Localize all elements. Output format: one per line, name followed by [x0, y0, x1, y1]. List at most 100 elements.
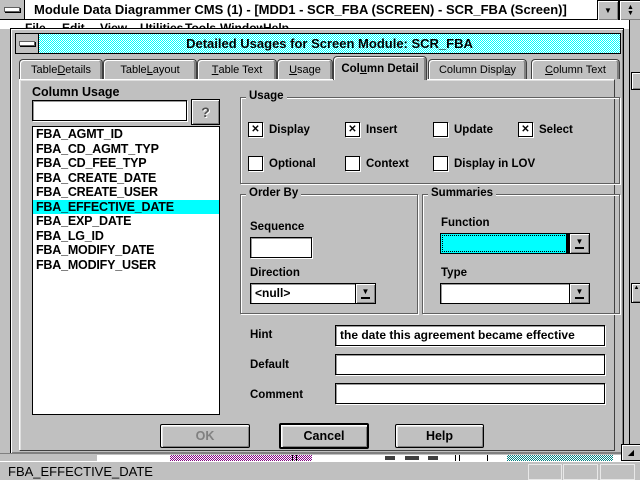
comment-label: Comment — [250, 389, 303, 401]
checkbox-insert[interactable]: ✕ Insert — [345, 122, 397, 137]
function-dropdown-button[interactable]: ▼ — [569, 233, 590, 254]
dropdown-arrow-icon: ▼ — [575, 238, 585, 249]
background-row-text-fragment — [428, 456, 438, 460]
scrollbar-thumb[interactable] — [631, 72, 640, 90]
checkbox-label: Display — [269, 124, 310, 136]
status-bar: FBA_EFFECTIVE_DATE — [0, 461, 640, 480]
hint-input[interactable]: the date this agreement became effective — [335, 325, 605, 346]
background-row-text-fragment — [385, 456, 395, 460]
scroll-up-button[interactable]: ▲ — [631, 283, 640, 303]
tab-table-details[interactable]: Table Details — [19, 59, 103, 79]
screen: Module Data Diagrammer CMS (1) - [MDD1 -… — [0, 0, 640, 480]
tab-table-layout[interactable]: Table Layout — [103, 59, 197, 79]
ok-button[interactable]: OK — [160, 424, 250, 448]
corner-resize-icon: ◢ — [628, 449, 634, 457]
list-item-fba-modify-date[interactable]: FBA_MODIFY_DATE — [33, 243, 219, 258]
status-panel — [600, 464, 635, 480]
dialog-title: Detailed Usages for Screen Module: SCR_F… — [39, 34, 620, 53]
checkbox-label: Optional — [269, 158, 316, 170]
tab-table-text[interactable]: Table Text — [197, 59, 277, 79]
app-control-menu-button[interactable] — [0, 0, 25, 19]
checkbox-update[interactable]: Update — [433, 122, 493, 137]
order-by-group: Order By Sequence Direction <null> ▼ — [240, 194, 418, 314]
cancel-button[interactable]: Cancel — [279, 423, 369, 449]
tab-column-detail[interactable]: Column Detail — [333, 56, 427, 80]
column-detail-panel: Column Usage ? FBA_AGMT_IDFBA_CD_AGMT_TY… — [19, 79, 615, 451]
direction-label: Direction — [250, 267, 300, 279]
direction-dropdown[interactable]: <null> ▼ — [250, 283, 376, 304]
checkbox-checked-icon[interactable]: ✕ — [518, 122, 533, 137]
tab-strip: Table DetailsTable LayoutTable TextUsage… — [19, 56, 615, 79]
checkbox-select[interactable]: ✕ Select — [518, 122, 573, 137]
sequence-label: Sequence — [250, 221, 304, 233]
summaries-group-label: Summaries — [428, 187, 496, 199]
checkbox-label: Update — [454, 124, 493, 136]
checkbox-context[interactable]: Context — [345, 156, 409, 171]
type-value — [440, 283, 569, 304]
status-panel — [563, 464, 598, 480]
checkbox-unchecked-icon[interactable] — [248, 156, 263, 171]
control-menu-icon — [19, 41, 35, 46]
type-label: Type — [441, 267, 467, 279]
scroll-up-icon: ▲ — [634, 285, 640, 291]
sequence-input[interactable] — [250, 237, 312, 258]
direction-value: <null> — [250, 283, 355, 304]
detailed-usages-dialog: Detailed Usages for Screen Module: SCR_F… — [10, 28, 624, 454]
type-dropdown[interactable]: ▼ — [440, 283, 590, 304]
minimize-button[interactable]: ▼ — [597, 0, 619, 21]
checkbox-checked-icon[interactable]: ✕ — [248, 122, 263, 137]
list-item-fba-cd-agmt-typ[interactable]: FBA_CD_AGMT_TYP — [33, 142, 219, 157]
function-dropdown[interactable]: ▼ — [440, 233, 590, 254]
checkbox-label: Context — [366, 158, 409, 170]
lov-search-button[interactable]: ? — [191, 99, 220, 125]
list-item-fba-create-user[interactable]: FBA_CREATE_USER — [33, 185, 219, 200]
control-menu-icon — [4, 7, 20, 12]
list-item-fba-lg-id[interactable]: FBA_LG_ID — [33, 229, 219, 244]
restore-button[interactable]: ▲ ▼ — [619, 0, 640, 21]
function-label: Function — [441, 217, 490, 229]
list-item-fba-cd-fee-typ[interactable]: FBA_CD_FEE_TYP — [33, 156, 219, 171]
tab-column-text[interactable]: Column Text — [531, 59, 620, 79]
app-title: Module Data Diagrammer CMS (1) - [MDD1 -… — [34, 2, 567, 17]
lov-search-icon: ? — [201, 104, 210, 120]
help-button[interactable]: Help — [395, 424, 484, 448]
list-item-fba-modify-user[interactable]: FBA_MODIFY_USER — [33, 258, 219, 273]
usage-group-label: Usage — [246, 90, 287, 102]
checkbox-optional[interactable]: Optional — [248, 156, 316, 171]
status-text: FBA_EFFECTIVE_DATE — [8, 464, 153, 479]
default-label: Default — [250, 359, 289, 371]
tab-column-display[interactable]: Column Display — [428, 59, 527, 79]
summaries-group: Summaries Function ▼ Type ▼ — [422, 194, 620, 314]
background-scroll-corner-button[interactable]: ◢ — [621, 444, 640, 461]
default-input[interactable] — [335, 354, 605, 375]
checkbox-label: Display in LOV — [454, 158, 535, 170]
checkbox-unchecked-icon[interactable] — [345, 156, 360, 171]
dialog-titlebar: Detailed Usages for Screen Module: SCR_F… — [15, 33, 621, 54]
tab-usage[interactable]: Usage — [277, 59, 333, 79]
checkbox-label: Select — [539, 124, 573, 136]
comment-input[interactable] — [335, 383, 605, 404]
type-dropdown-button[interactable]: ▼ — [569, 283, 590, 304]
function-value — [440, 233, 569, 254]
checkbox-display[interactable]: ✕ Display — [248, 122, 310, 137]
dialog-control-menu-button[interactable] — [16, 34, 39, 53]
list-item-fba-create-date[interactable]: FBA_CREATE_DATE — [33, 171, 219, 186]
list-item-fba-agmt-id[interactable]: FBA_AGMT_ID — [33, 127, 219, 142]
direction-dropdown-button[interactable]: ▼ — [355, 283, 376, 304]
list-item-fba-exp-date[interactable]: FBA_EXP_DATE — [33, 214, 219, 229]
checkbox-display-in-lov[interactable]: Display in LOV — [433, 156, 535, 171]
status-panel — [528, 464, 562, 480]
hint-label: Hint — [250, 329, 272, 341]
checkbox-unchecked-icon[interactable] — [433, 156, 448, 171]
column-usage-label: Column Usage — [32, 85, 120, 99]
checkbox-label: Insert — [366, 124, 397, 136]
background-vertical-scrollbar[interactable]: ▲ — [629, 20, 640, 454]
list-item-fba-effective-date[interactable]: FBA_EFFECTIVE_DATE — [33, 200, 219, 215]
column-usage-listbox[interactable]: FBA_AGMT_IDFBA_CD_AGMT_TYPFBA_CD_FEE_TYP… — [32, 126, 220, 415]
column-usage-filter-input[interactable] — [32, 100, 187, 121]
order-by-group-label: Order By — [246, 187, 301, 199]
checkbox-checked-icon[interactable]: ✕ — [345, 122, 360, 137]
checkbox-unchecked-icon[interactable] — [433, 122, 448, 137]
app-titlebar: Module Data Diagrammer CMS (1) - [MDD1 -… — [0, 0, 640, 20]
background-row-text-fragment — [405, 456, 419, 460]
